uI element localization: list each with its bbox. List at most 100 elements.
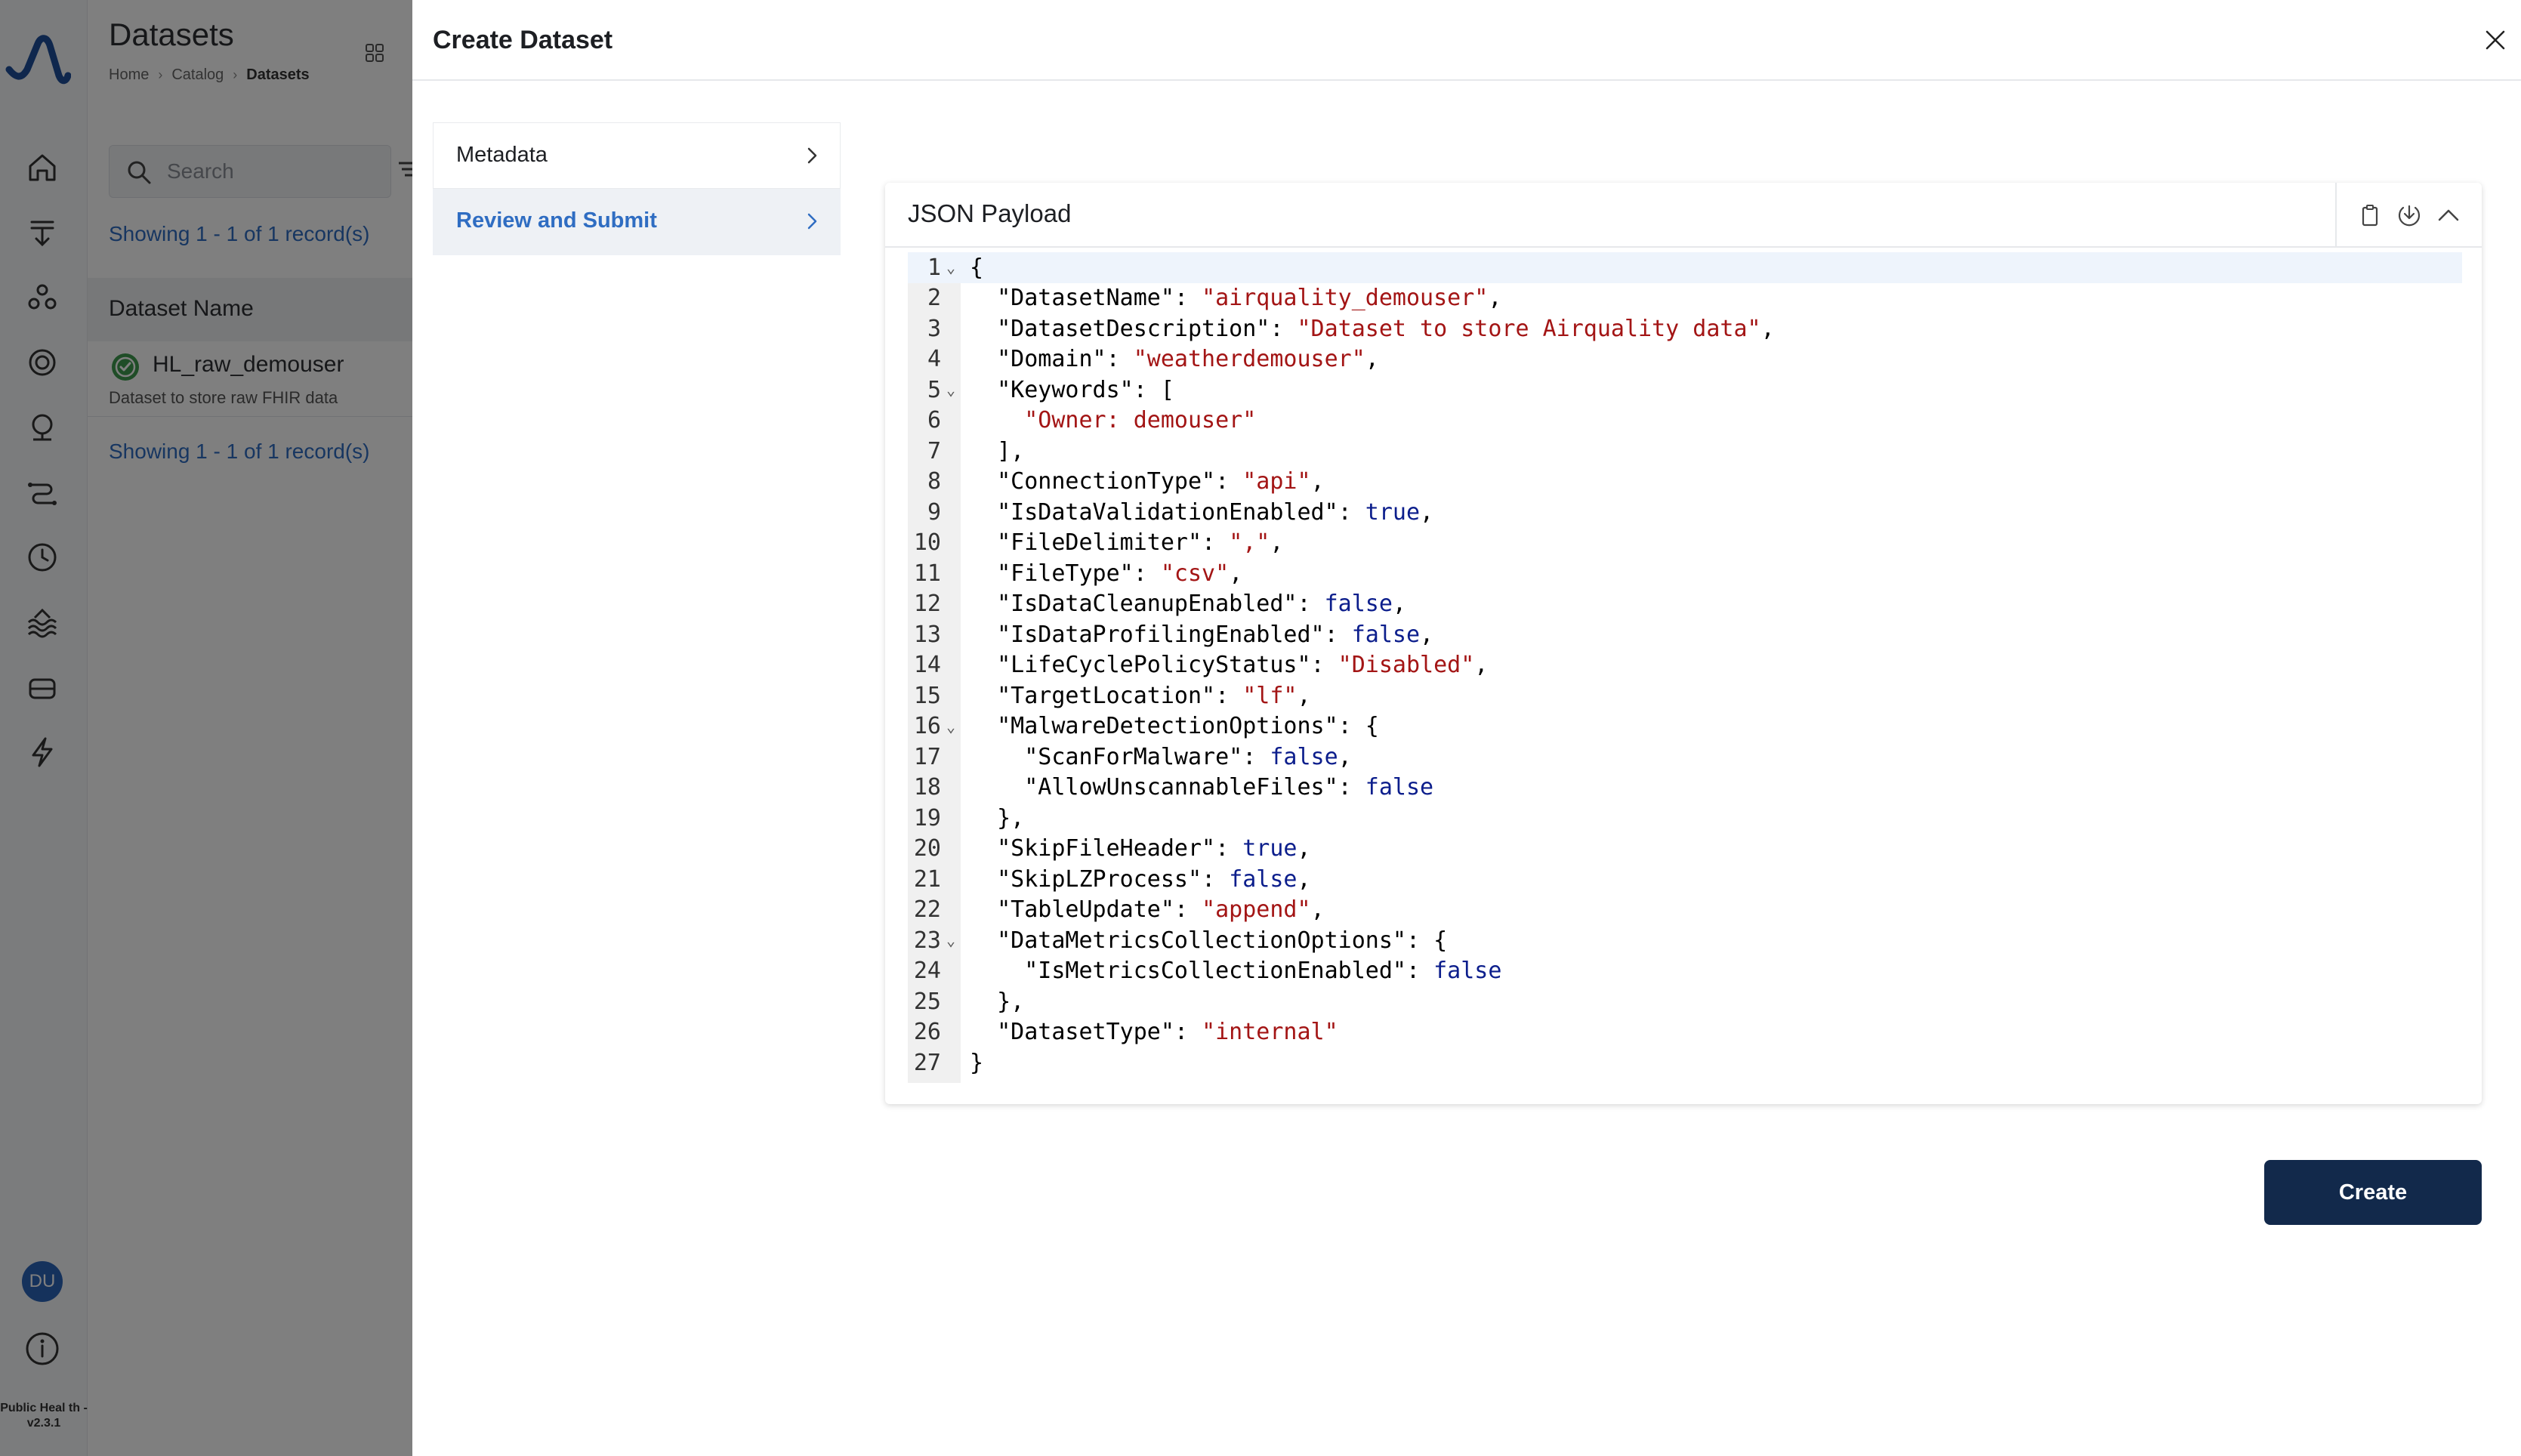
code-line[interactable]: 10 "FileDelimiter": ",", — [908, 528, 2462, 559]
download-icon — [2398, 205, 2421, 227]
copy-button[interactable] — [2355, 200, 2385, 230]
fold-chevron-icon[interactable]: ⌄ — [941, 381, 961, 399]
code-line[interactable]: 19 }, — [908, 803, 2462, 834]
code-line[interactable]: 23 ⌄ "DataMetricsCollectionOptions": { — [908, 925, 2462, 956]
code-line[interactable]: 7 ], — [908, 436, 2462, 467]
create-dataset-drawer: Create Dataset Metadata Review and Submi… — [412, 0, 2521, 1456]
line-number: 9 — [927, 498, 941, 526]
code-line[interactable]: 24 "IsMetricsCollectionEnabled": false — [908, 956, 2462, 987]
code-line[interactable]: 4 "Domain": "weatherdemouser", — [908, 344, 2462, 375]
code-line[interactable]: 16 ⌄ "MalwareDetectionOptions": { — [908, 711, 2462, 742]
code-text: "IsDataValidationEnabled": true, — [997, 498, 1434, 526]
code-line[interactable]: 21 "SkipLZProcess": false, — [908, 864, 2462, 895]
line-number: 20 — [913, 835, 941, 862]
line-number: 24 — [913, 958, 941, 985]
code-text: "FileDelimiter": ",", — [997, 529, 1284, 557]
fold-chevron-icon[interactable]: ⌄ — [941, 258, 961, 276]
code-text: }, — [970, 804, 1025, 831]
line-number: 13 — [913, 621, 941, 648]
line-number: 2 — [927, 285, 941, 312]
code-line[interactable]: 18 "AllowUnscannableFiles": false — [908, 773, 2462, 804]
code-text: } — [970, 1049, 984, 1076]
code-line[interactable]: 27} — [908, 1047, 2462, 1078]
json-card-header: JSON Payload — [885, 183, 2482, 248]
code-line[interactable]: 15 "TargetLocation": "lf", — [908, 680, 2462, 711]
step-list: Metadata Review and Submit — [433, 122, 841, 255]
line-number: 11 — [913, 560, 941, 587]
code-text: "DataMetricsCollectionOptions": { — [997, 927, 1448, 954]
line-number: 16 — [913, 713, 941, 740]
close-button[interactable] — [2478, 23, 2513, 57]
collapse-button[interactable] — [2433, 200, 2464, 230]
code-text: "IsDataProfilingEnabled": false, — [997, 621, 1434, 648]
download-button[interactable] — [2394, 200, 2424, 230]
code-text: "ScanForMalware": false, — [1024, 743, 1352, 770]
create-button[interactable]: Create — [2264, 1160, 2482, 1225]
step-review-and-submit[interactable]: Review and Submit — [433, 189, 841, 255]
code-text: "IsDataCleanupEnabled": false, — [997, 591, 1406, 618]
json-payload-card: JSON Payload 1 ⌄ {2 "DatasetName": "air… — [885, 183, 2482, 1104]
chevron-right-icon — [807, 147, 817, 164]
code-line[interactable]: 1 ⌄ { — [908, 252, 2462, 283]
json-card-title: JSON Payload — [908, 199, 1072, 227]
line-number: 14 — [913, 652, 941, 679]
chevron-right-icon — [807, 213, 817, 230]
code-line[interactable]: 12 "IsDataCleanupEnabled": false, — [908, 589, 2462, 620]
line-number: 3 — [927, 315, 941, 342]
drawer-header: Create Dataset — [412, 0, 2521, 81]
line-number: 19 — [913, 804, 941, 831]
code-text: "TableUpdate": "append", — [997, 896, 1325, 924]
code-line[interactable]: 22 "TableUpdate": "append", — [908, 895, 2462, 926]
code-line[interactable]: 11 "FileType": "csv", — [908, 558, 2462, 589]
code-text: { — [970, 254, 984, 281]
code-line[interactable]: 3 "DatasetDescription": "Dataset to stor… — [908, 313, 2462, 344]
code-text: "DatasetType": "internal" — [997, 1019, 1338, 1046]
line-number: 5 — [927, 376, 941, 403]
code-line[interactable]: 5 ⌄ "Keywords": [ — [908, 375, 2462, 406]
line-number: 7 — [927, 437, 941, 464]
chevron-up-icon — [2438, 209, 2459, 221]
code-text: "SkipFileHeader": true, — [997, 835, 1311, 862]
line-number: 17 — [913, 743, 941, 770]
line-number: 10 — [913, 529, 941, 557]
line-number: 15 — [913, 682, 941, 709]
line-number: 25 — [913, 988, 941, 1015]
code-line[interactable]: 13 "IsDataProfilingEnabled": false, — [908, 619, 2462, 650]
line-number: 27 — [913, 1049, 941, 1076]
step-label: Metadata — [456, 143, 548, 167]
code-line[interactable]: 14 "LifeCyclePolicyStatus": "Disabled", — [908, 650, 2462, 681]
code-text: "SkipLZProcess": false, — [997, 865, 1311, 893]
drawer-title: Create Dataset — [433, 26, 613, 54]
code-line[interactable]: 8 "ConnectionType": "api", — [908, 467, 2462, 498]
code-line[interactable]: 9 "IsDataValidationEnabled": true, — [908, 497, 2462, 528]
code-text: "AllowUnscannableFiles": false — [1024, 774, 1434, 801]
code-text: ], — [970, 437, 1025, 464]
code-text: "MalwareDetectionOptions": { — [997, 713, 1379, 740]
fold-chevron-icon[interactable]: ⌄ — [941, 931, 961, 949]
code-line[interactable]: 25 }, — [908, 986, 2462, 1017]
copy-icon — [2362, 205, 2378, 227]
code-text: "ConnectionType": "api", — [997, 468, 1325, 495]
code-text: "IsMetricsCollectionEnabled": false — [1024, 958, 1502, 985]
json-code-editor[interactable]: 1 ⌄{2 "DatasetName": "airquality_demouser… — [908, 252, 2462, 1083]
step-metadata[interactable]: Metadata — [433, 122, 841, 189]
line-number: 8 — [927, 468, 941, 495]
card-actions — [2335, 183, 2482, 248]
code-text: "Owner: demouser" — [1024, 407, 1257, 434]
step-label: Review and Submit — [456, 208, 657, 233]
code-line[interactable]: 6 "Owner: demouser" — [908, 406, 2462, 436]
line-number: 22 — [913, 896, 941, 924]
code-text: "Keywords": [ — [997, 376, 1174, 403]
code-line[interactable]: 20 "SkipFileHeader": true, — [908, 834, 2462, 865]
code-line[interactable]: 2 "DatasetName": "airquality_demouser", — [908, 283, 2462, 314]
code-line[interactable]: 17 "ScanForMalware": false, — [908, 742, 2462, 773]
line-number: 21 — [913, 865, 941, 893]
code-text: "FileType": "csv", — [997, 560, 1243, 587]
line-number: 18 — [913, 774, 941, 801]
code-text: "LifeCyclePolicyStatus": "Disabled", — [997, 652, 1489, 679]
code-line[interactable]: 26 "DatasetType": "internal" — [908, 1017, 2462, 1048]
close-icon — [2486, 30, 2505, 50]
fold-chevron-icon[interactable]: ⌄ — [941, 717, 961, 736]
modal-backdrop[interactable] — [0, 0, 412, 1456]
code-text: "Domain": "weatherdemouser", — [997, 346, 1379, 373]
